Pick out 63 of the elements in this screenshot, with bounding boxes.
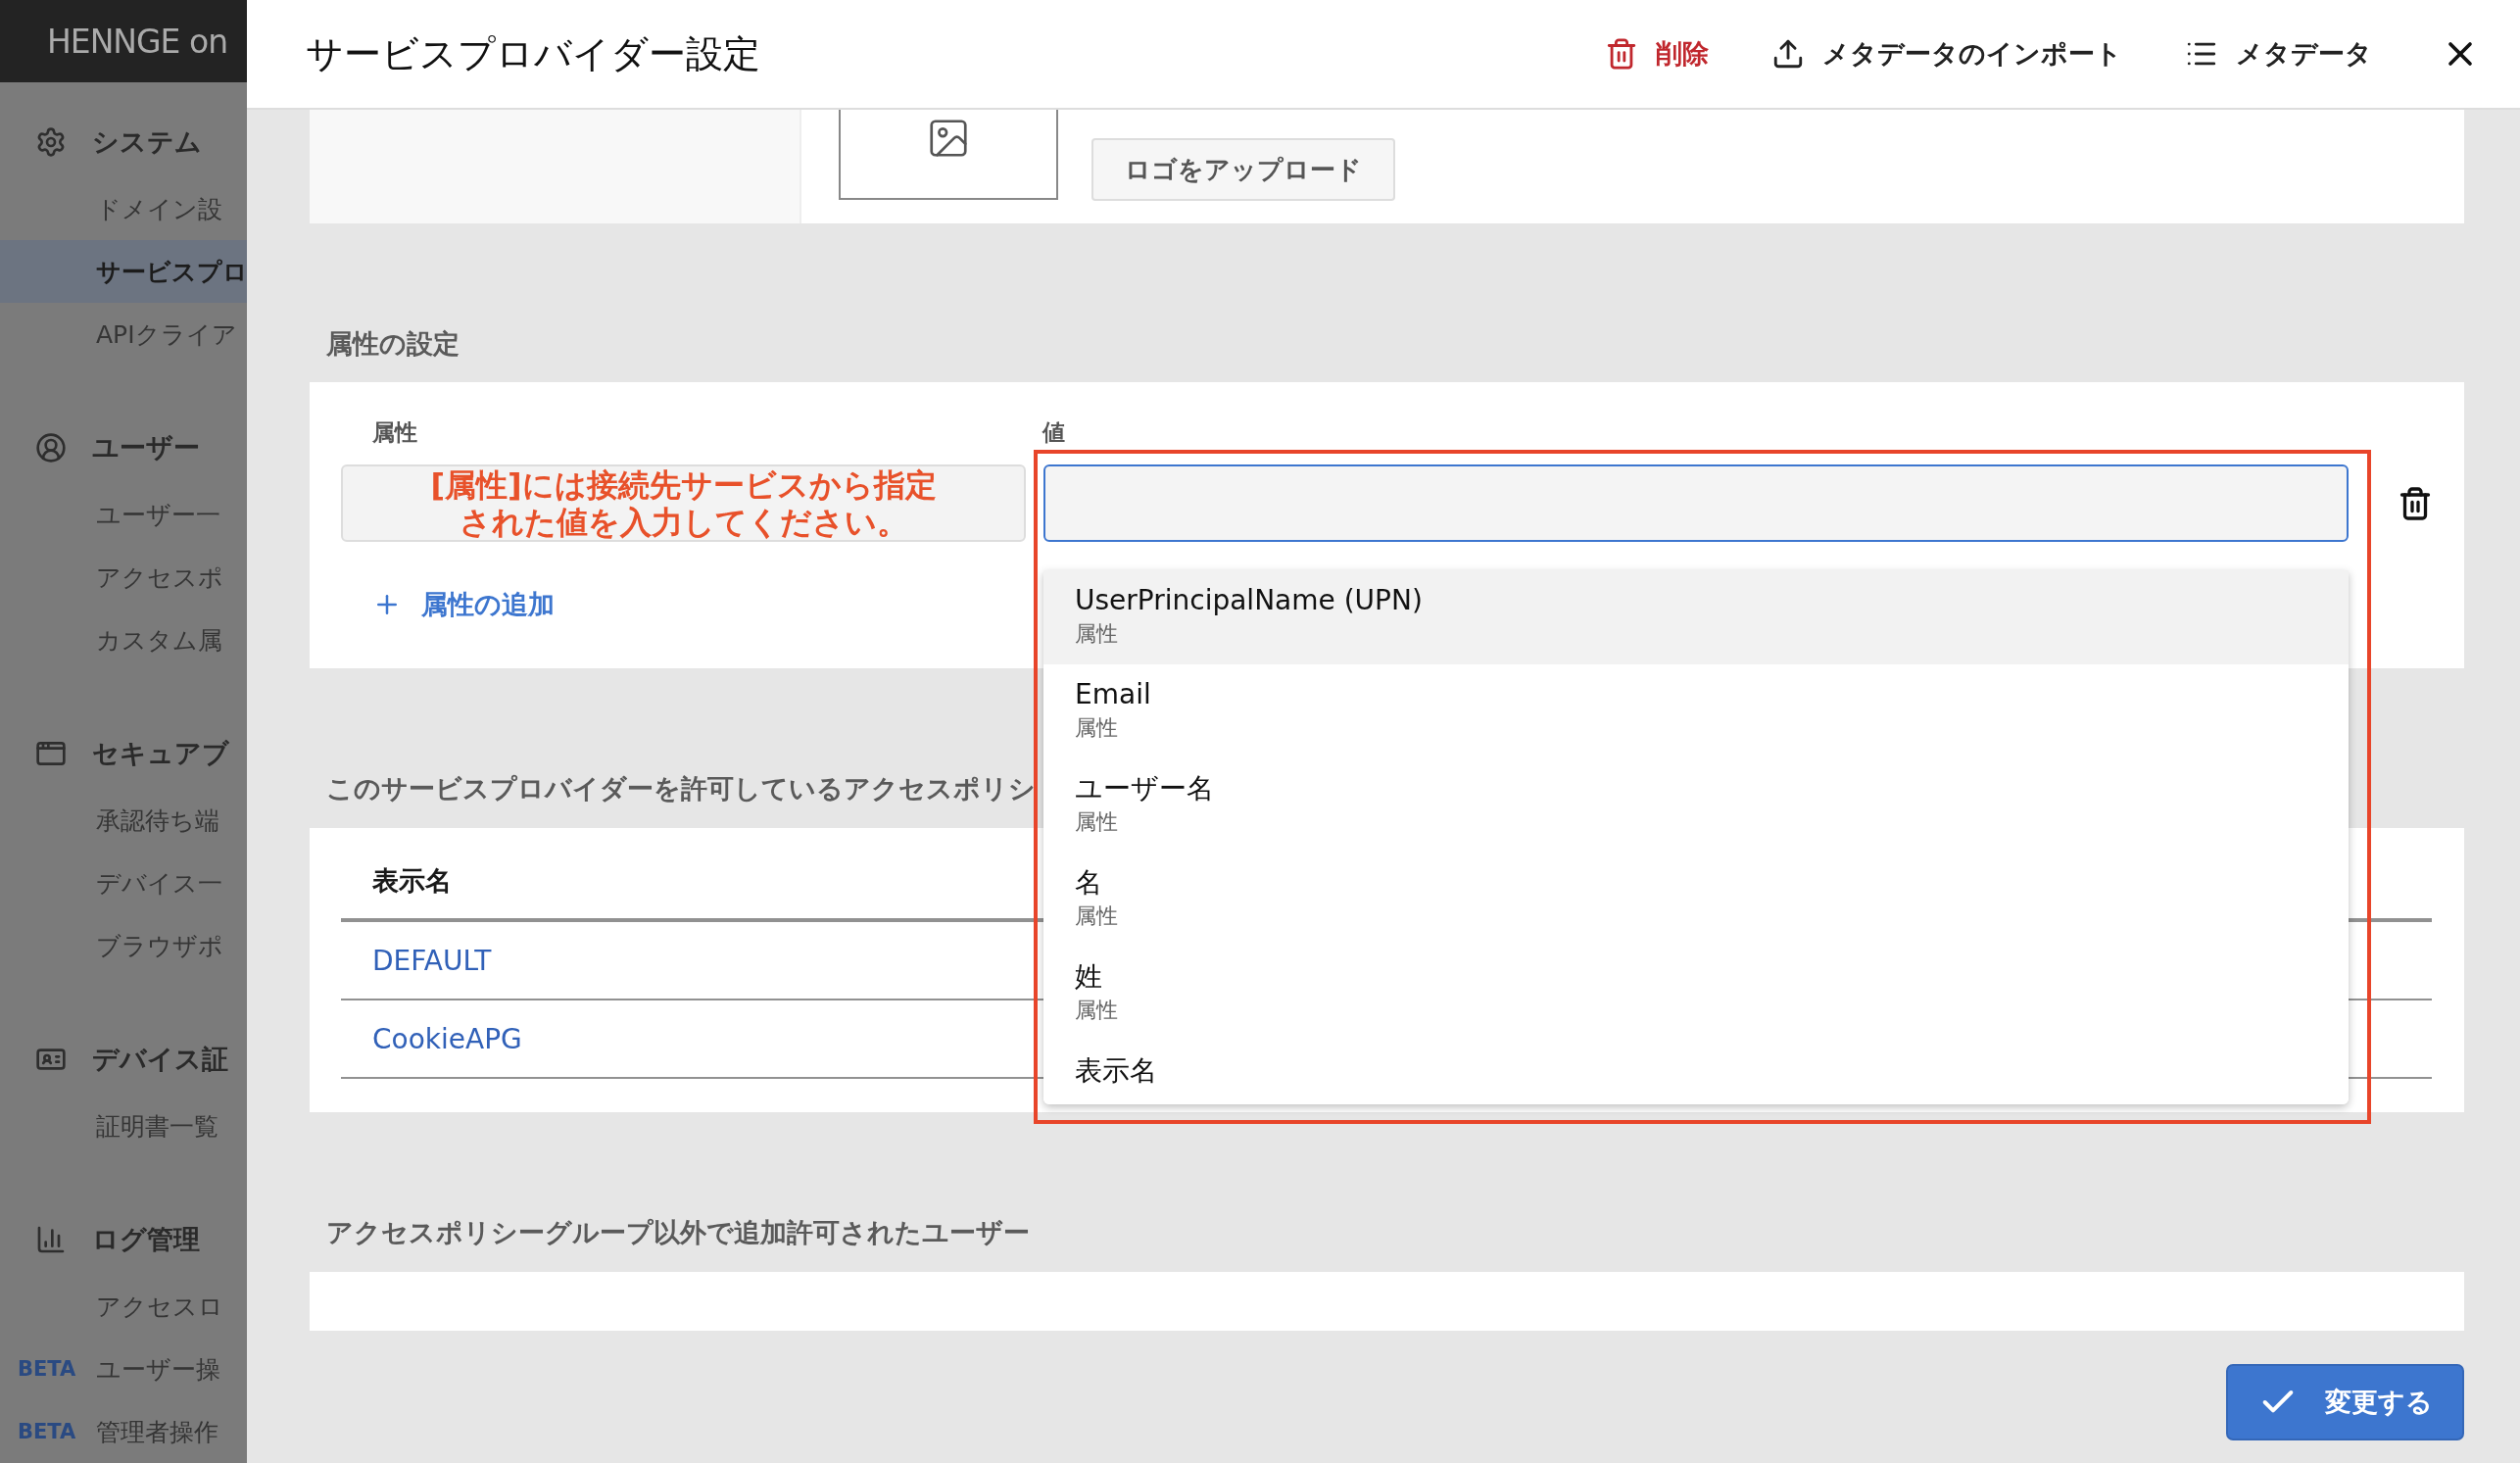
sidebar-item-label: ユーザー操 [96, 1353, 220, 1386]
sidebar-section-title: ユーザー [92, 431, 200, 464]
sidebar-item[interactable]: アクセスロ [0, 1275, 247, 1338]
section-title: このサービスプロバイダーを許可しているアクセスポリシ [326, 772, 1036, 805]
sidebar-section-title: ログ管理 [92, 1223, 200, 1256]
sidebar-item[interactable]: アクセスポ [0, 546, 247, 609]
panel-title: サービスプロバイダー設定 [306, 30, 761, 77]
sidebar-item-label: 証明書一覧 [96, 1110, 218, 1143]
sidebar-item-label: 管理者操作 [96, 1416, 218, 1448]
bar-chart-icon [35, 1224, 67, 1255]
sidebar-item[interactable]: BETA ユーザー操 [0, 1338, 247, 1400]
sidebar-section-title: システム [92, 125, 202, 159]
sidebar-item-label: 承認待ち端 [96, 805, 219, 837]
delete-button[interactable]: 削除 [1605, 36, 1709, 72]
dropdown-option[interactable]: ユーザー名 属性 [1043, 758, 2349, 853]
settings-icon [35, 126, 67, 158]
sidebar-item[interactable]: ブラウザポ [0, 914, 247, 977]
value-field[interactable] [1043, 464, 2349, 542]
field-label: 値 [1042, 418, 1065, 447]
annotation-text: された値を入力してください。 [459, 503, 908, 541]
sidebar-item[interactable]: ユーザー一 [0, 483, 247, 546]
save-button[interactable]: 変更する [2226, 1364, 2464, 1440]
beta-label: BETA [18, 1357, 76, 1381]
sidebar-item[interactable]: サービスプロ [0, 240, 247, 303]
metadata-button[interactable]: メタデータ [2185, 36, 2372, 72]
delete-row-button[interactable] [2398, 485, 2433, 521]
add-attribute-link[interactable]: 属性の追加 [372, 587, 555, 622]
sidebar-item-label: APIクライア [96, 318, 237, 351]
sidebar-item[interactable]: 承認待ち端 [0, 789, 247, 852]
sidebar-item-label: アクセスポ [96, 561, 223, 594]
user-circle-icon [35, 432, 67, 463]
annotation-text: [属性]には接続先サービスから指定 [430, 465, 937, 504]
beta-label: BETA [18, 1420, 76, 1443]
field-label: 属性 [371, 418, 418, 447]
sidebar-item-label: アクセスロ [96, 1291, 223, 1323]
sidebar-section-title: セキュアブ [92, 737, 229, 770]
sidebar-item[interactable]: APIクライア [0, 303, 247, 366]
trash-icon [2398, 485, 2433, 521]
dropdown-option[interactable]: 名 属性 [1043, 853, 2349, 947]
import-metadata-button[interactable]: メタデータのインポート [1771, 36, 2122, 72]
sidebar-item[interactable]: BETA 管理者操作 [0, 1400, 247, 1463]
logo: HENNGE on [47, 22, 228, 61]
sidebar-item-label: カスタム属 [96, 624, 222, 657]
sidebar-item[interactable]: デバイス一 [0, 852, 247, 914]
dropdown-option[interactable]: UserPrincipalName (UPN) 属性 [1043, 570, 2349, 664]
dropdown-option[interactable]: Email 属性 [1043, 664, 2349, 758]
sidebar-item[interactable]: 証明書一覧 [0, 1095, 247, 1157]
sidebar-item-label: サービスプロ [96, 256, 247, 288]
upload-icon [1771, 37, 1805, 71]
attribute-field[interactable]: [属性]には接続先サービスから指定 された値を入力してください。 [341, 464, 1026, 542]
sidebar-item-label: ユーザー一 [96, 499, 220, 531]
sidebar-item-label: デバイス一 [96, 867, 222, 900]
dropdown-option[interactable]: 姓 属性 [1043, 947, 2349, 1041]
sidebar-section-title: デバイス証 [92, 1043, 228, 1076]
sidebar-item-label: ブラウザポ [96, 930, 223, 962]
sidebar-item[interactable]: ドメイン設 [0, 177, 247, 240]
sidebar-item-label: ドメイン設 [96, 193, 222, 225]
section-title: アクセスポリシーグループ以外で追加許可されたユーザー [326, 1216, 1030, 1249]
dropdown-option[interactable]: 表示名 [1043, 1041, 2349, 1104]
trash-icon [1605, 37, 1638, 71]
section-title: 属性の設定 [326, 327, 460, 361]
upload-logo-button[interactable]: ロゴをアップロード [1091, 138, 1395, 201]
sidebar-item[interactable]: カスタム属 [0, 609, 247, 671]
